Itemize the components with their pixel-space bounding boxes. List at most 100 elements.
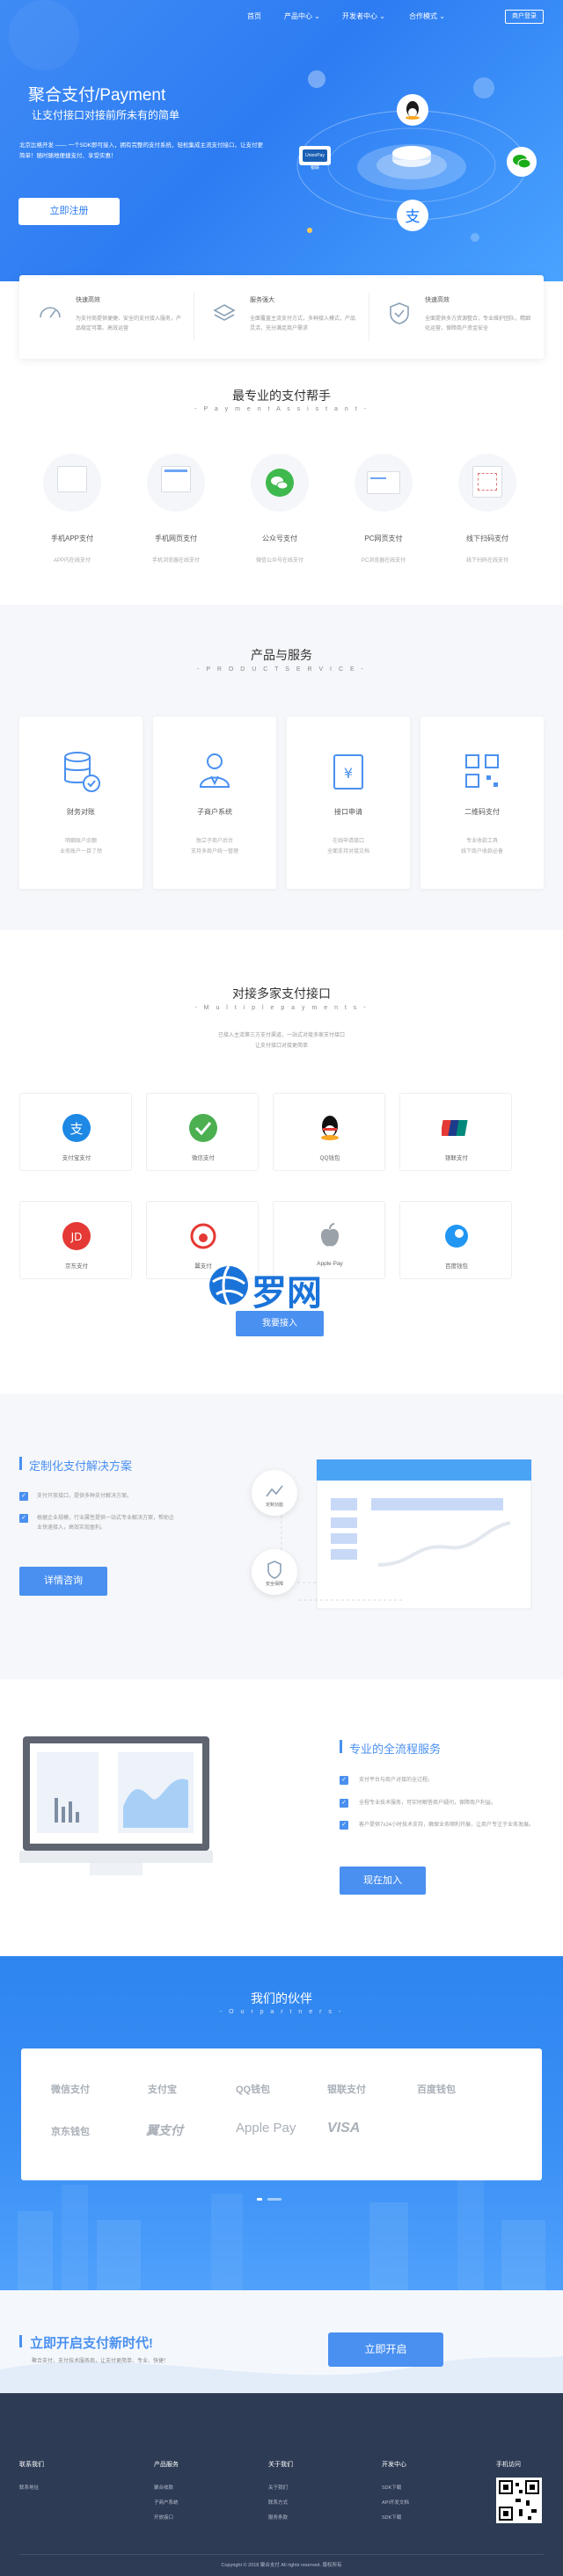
feature-title: 快速高效 [425, 297, 450, 303]
payment-card-alipay[interactable]: 支 支付宝支付 [19, 1093, 132, 1171]
partners-title: 我们的伙伴 [251, 1991, 312, 2005]
payment-card-wechat[interactable]: 微信支付 [146, 1093, 259, 1171]
payment-label: 京东支付 [65, 1263, 88, 1270]
product-label: 财务对账 [67, 808, 95, 816]
assistant-item[interactable]: PC网页支付 PC浏览器在线支付 [347, 454, 420, 564]
check-icon: ✓ [340, 1821, 348, 1830]
assistant-desc: 微信公众号在线支付 [255, 558, 303, 564]
globe-logo-icon [209, 1265, 248, 1306]
payments-subtitle: - M u l t i p l e p a y m e n t s - [194, 1005, 369, 1011]
unionpay-card-label: UnionPay 银联 [303, 149, 327, 171]
footer-link[interactable]: SDK下载 [382, 2484, 401, 2491]
payment-card-qq[interactable]: QQ钱包 [273, 1093, 385, 1171]
product-card[interactable]: 财务对账 明细账户余额 业务账户一目了然 [19, 717, 143, 889]
product-card[interactable]: ¥ 接口申请 在线申请接口 全面支持对接文档 [287, 717, 410, 889]
service-item: 支付平台与商户对接的全过程。 [359, 1778, 434, 1783]
partner-logo: 百度钱包 [417, 2085, 456, 2095]
service-item: 客户提供7x24小时技术支持，确保业务顺利开展，让商户专注于业务发展。 [359, 1823, 535, 1828]
payments-description: 已接入主流第三方支付渠道，一站式对接多家支付接口 让支付接口对接更简单 [217, 1033, 345, 1049]
join-button[interactable]: 我要接入 [236, 1311, 324, 1336]
login-button[interactable]: 商户登录 [505, 10, 544, 24]
svg-text:JD: JD [70, 1231, 83, 1243]
check-icon: ✓ [19, 1514, 28, 1523]
svg-text:支: 支 [69, 1121, 83, 1137]
assistant-desc: PC浏览器在线支付 [361, 558, 406, 564]
assistant-title: 最专业的支付帮手 [232, 389, 331, 403]
chart-line-icon [266, 1485, 283, 1497]
footer-link[interactable]: SDK下载 [382, 2514, 401, 2521]
qq-penguin-icon [321, 1116, 339, 1140]
footer-link[interactable]: 子商户系统 [154, 2499, 179, 2506]
jd-icon: JD [62, 1222, 91, 1250]
footer-link[interactable]: 聚合收款 [154, 2484, 173, 2491]
assistant-item[interactable]: 手机网页支付 手机浏览器在线支付 [139, 454, 213, 564]
title-bar [19, 2335, 22, 2347]
custom-item: 支付开放接口，提供多种支付解决方案。 [37, 1494, 133, 1499]
nav-cooperation[interactable]: 合作模式 ⌄ [409, 11, 445, 21]
payment-card-unionpay[interactable]: 银联支付 [399, 1093, 512, 1171]
product-label: 二维码支付 [464, 808, 500, 816]
carousel-dot-active[interactable] [267, 2198, 282, 2201]
wechat-pay-icon [507, 147, 537, 177]
feature-desc: 全面提供多方资源整合，专业维护团队，精细化运营，保障商户资金安全 [425, 317, 531, 331]
join-now-button[interactable]: 现在加入 [340, 1867, 426, 1895]
footer-link[interactable]: 开放接口 [154, 2514, 173, 2521]
title-bar [340, 1740, 342, 1753]
start-now-button[interactable]: 立即开启 [328, 2332, 443, 2367]
service-item: 全程专业技术服务，可实时解答商户疑问，保障商户利益。 [359, 1801, 497, 1806]
partners-subtitle: - O u r p a r t n e r s - [219, 2009, 344, 2015]
footer-column-title: 关于我们 [268, 2462, 293, 2468]
feature-desc: 全面覆盖主流支付方式，多种接入模式，产品灵活，充分满足商户需求 [250, 317, 356, 331]
assistant-desc: 线下扫码在线支付 [465, 558, 508, 564]
qr-code-image [496, 2478, 542, 2523]
feature-title: 服务强大 [250, 297, 274, 303]
partner-logo: 京东钱包 [51, 2127, 90, 2137]
nav-developer[interactable]: 开发者中心 ⌄ [342, 11, 385, 21]
feature-item: 快速高效 全面提供多方资源整合，专业维护团队，精细化运营，保障商户资金安全 [369, 275, 543, 359]
payment-label: 支付宝支付 [62, 1155, 91, 1161]
custom-title: 定制化支付解决方案 [29, 1459, 133, 1473]
alipay-icon: 支 [62, 1114, 91, 1142]
assistant-item[interactable]: 公众号支付 微信公众号在线支付 [243, 454, 317, 564]
footer-link[interactable]: 服务条款 [268, 2514, 288, 2521]
product-desc: 明细账户余额 业务账户一目了然 [59, 839, 102, 855]
check-icon: ✓ [340, 1776, 348, 1785]
assistant-item[interactable]: 手机APP支付 APP内在线支付 [35, 454, 109, 564]
alipay-icon: 支 [397, 200, 428, 231]
nav-products[interactable]: 产品中心 ⌄ [284, 11, 320, 21]
carousel-dot[interactable] [257, 2198, 262, 2201]
consult-button[interactable]: 详情咨询 [19, 1567, 107, 1596]
footer-divider [19, 2554, 544, 2555]
product-title: 产品与服务 [251, 648, 312, 662]
watermark-logo: 罗网 [204, 1259, 362, 1313]
assistant-label: 手机APP支付 [50, 535, 93, 542]
register-button[interactable]: 立即注册 [18, 198, 120, 225]
partner-logo: 支付宝 [148, 2085, 177, 2095]
cta-description: 聚合支付，支付技术服务商，让支付更简单、专业、快捷！ [32, 2359, 170, 2364]
nav-home[interactable]: 首页 [247, 11, 261, 21]
payment-card-baidu[interactable]: 百度钱包 [399, 1201, 512, 1279]
assistant-label: 公众号支付 [262, 535, 297, 542]
footer-link[interactable]: 联系方式 [268, 2499, 288, 2506]
node-label: 安全保障 [265, 1582, 283, 1587]
speedometer-icon [40, 307, 61, 318]
product-desc: 独立子商户后台 支持多商户统一管理 [190, 839, 238, 855]
footer-column-title: 开发中心 [382, 2462, 406, 2468]
footer-column-title: 手机访问 [496, 2462, 521, 2468]
hero-title: 聚合支付/Payment [28, 86, 166, 105]
document-yen-icon: ¥ [333, 754, 363, 790]
database-check-icon [64, 752, 100, 792]
svg-text:¥: ¥ [344, 765, 353, 782]
pc-web-icon [355, 454, 413, 512]
assistant-desc: APP内在线支付 [53, 558, 91, 564]
footer-link[interactable]: 联系地址 [19, 2484, 39, 2491]
payment-card-jd[interactable]: JD 京东支付 [19, 1201, 132, 1279]
assistant-item[interactable]: 线下扫码支付 线下扫码在线支付 [450, 454, 524, 564]
product-card[interactable]: 二维码支付 专业收款工具 线下商户收款必备 [420, 717, 544, 889]
product-card[interactable]: 子商户系统 独立子商户后台 支持多商户统一管理 [153, 717, 276, 889]
footer-link[interactable]: API开发文档 [382, 2499, 409, 2506]
unionpay-card-icon: UnionPay 银联 [299, 146, 331, 171]
partner-logo: 银联支付 [327, 2085, 366, 2095]
bestpay-icon [190, 1223, 216, 1249]
footer-link[interactable]: 关于我们 [268, 2484, 288, 2491]
